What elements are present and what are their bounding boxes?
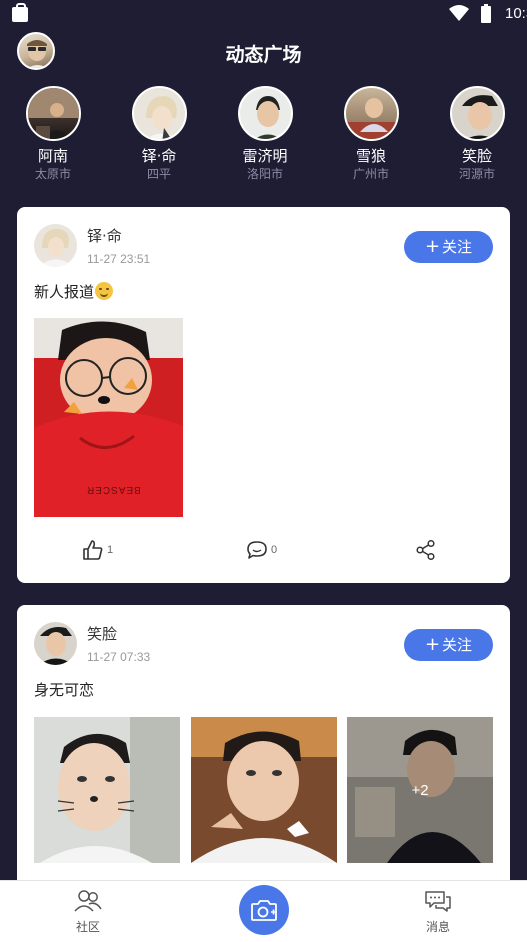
status-bar: 10:33 <box>0 0 527 30</box>
story-avatar <box>25 86 81 141</box>
post-author-avatar[interactable] <box>34 224 77 267</box>
post-timestamp: 11-27 23:51 <box>87 252 151 266</box>
share-icon <box>416 539 435 561</box>
follow-button[interactable]: + 关注 <box>404 629 493 661</box>
follow-button-label: 关注 <box>442 238 473 256</box>
post-text: 身无可恋 <box>34 681 95 699</box>
post-photo[interactable] <box>34 717 180 863</box>
nav-messages-label: 消息 <box>425 920 450 934</box>
like-button[interactable]: 1 <box>82 535 113 565</box>
photo-shirt-text: BEASCER <box>86 484 141 495</box>
post-author-name[interactable]: 铎·命 <box>87 225 122 246</box>
nav-community[interactable]: 社区 <box>58 889 118 935</box>
story-item[interactable]: 雪狼 广州市 <box>326 86 416 181</box>
story-avatar <box>449 86 505 141</box>
post-text: 新人报道 <box>34 281 114 302</box>
post-card: 铎·命 11-27 23:51 + 关注 新人报道 BEASCER 1 0 <box>17 207 510 583</box>
shopping-bag-icon <box>12 3 28 22</box>
story-item[interactable]: 笑脸 河源市 <box>432 86 522 181</box>
plus-icon: + <box>424 634 441 655</box>
user-stories: 阿南 太原市 铎·命 四平 雷济明 洛阳市 雪狼 广州市 笑脸 河源市 <box>0 86 527 196</box>
like-count: 1 <box>107 544 114 556</box>
story-city: 四平 <box>146 167 171 181</box>
comment-button[interactable]: 0 <box>246 535 277 565</box>
post-card: 笑脸 11-27 07:33 + 关注 身无可恋 +2 <box>17 605 510 895</box>
camera-icon <box>251 900 277 921</box>
more-photos-count[interactable]: +2 <box>347 717 493 863</box>
post-timestamp: 11-27 07:33 <box>87 650 151 664</box>
follow-button-label: 关注 <box>442 636 473 654</box>
story-city: 洛阳市 <box>246 167 283 181</box>
plus-icon: + <box>424 236 441 257</box>
story-item[interactable]: 铎·命 四平 <box>114 86 204 181</box>
messages-icon <box>425 891 451 912</box>
wifi-icon <box>449 5 469 21</box>
story-avatar <box>237 86 293 141</box>
camera-post-button[interactable] <box>239 885 289 935</box>
post-actions: 1 0 <box>17 535 510 565</box>
thumbs-up-icon <box>83 540 103 560</box>
post-author-name[interactable]: 笑脸 <box>87 623 117 644</box>
story-city: 广州市 <box>352 167 389 181</box>
comment-bubble-icon <box>247 541 267 559</box>
story-item[interactable]: 雷济明 洛阳市 <box>220 86 310 181</box>
post-photo[interactable]: BEASCER <box>34 318 183 517</box>
bottom-nav: 社区 消息 <box>0 880 527 942</box>
post-photo[interactable] <box>191 717 337 863</box>
story-avatar <box>343 86 399 141</box>
battery-icon <box>481 4 491 23</box>
page-title: 动态广场 <box>225 44 302 66</box>
comment-count: 0 <box>271 544 278 556</box>
story-name: 笑脸 <box>461 147 492 165</box>
story-name: 铎·命 <box>141 147 177 165</box>
story-item[interactable]: 阿南 太原市 <box>8 86 98 181</box>
community-icon <box>74 890 102 912</box>
story-name: 雪狼 <box>355 147 386 165</box>
follow-button[interactable]: + 关注 <box>404 231 493 263</box>
smile-emoji-icon <box>95 282 114 300</box>
story-name: 阿南 <box>37 147 68 165</box>
nav-messages[interactable]: 消息 <box>408 889 468 935</box>
post-text-content: 新人报道 <box>34 283 95 301</box>
story-avatar <box>131 86 187 141</box>
share-button[interactable] <box>415 535 437 565</box>
post-author-avatar[interactable] <box>34 622 77 665</box>
story-city: 太原市 <box>34 167 71 181</box>
nav-community-label: 社区 <box>75 920 100 934</box>
status-time: 10:33 <box>505 5 527 22</box>
story-name: 雷济明 <box>242 147 288 165</box>
story-city: 河源市 <box>458 167 495 181</box>
post-photo[interactable]: +2 <box>347 717 493 863</box>
